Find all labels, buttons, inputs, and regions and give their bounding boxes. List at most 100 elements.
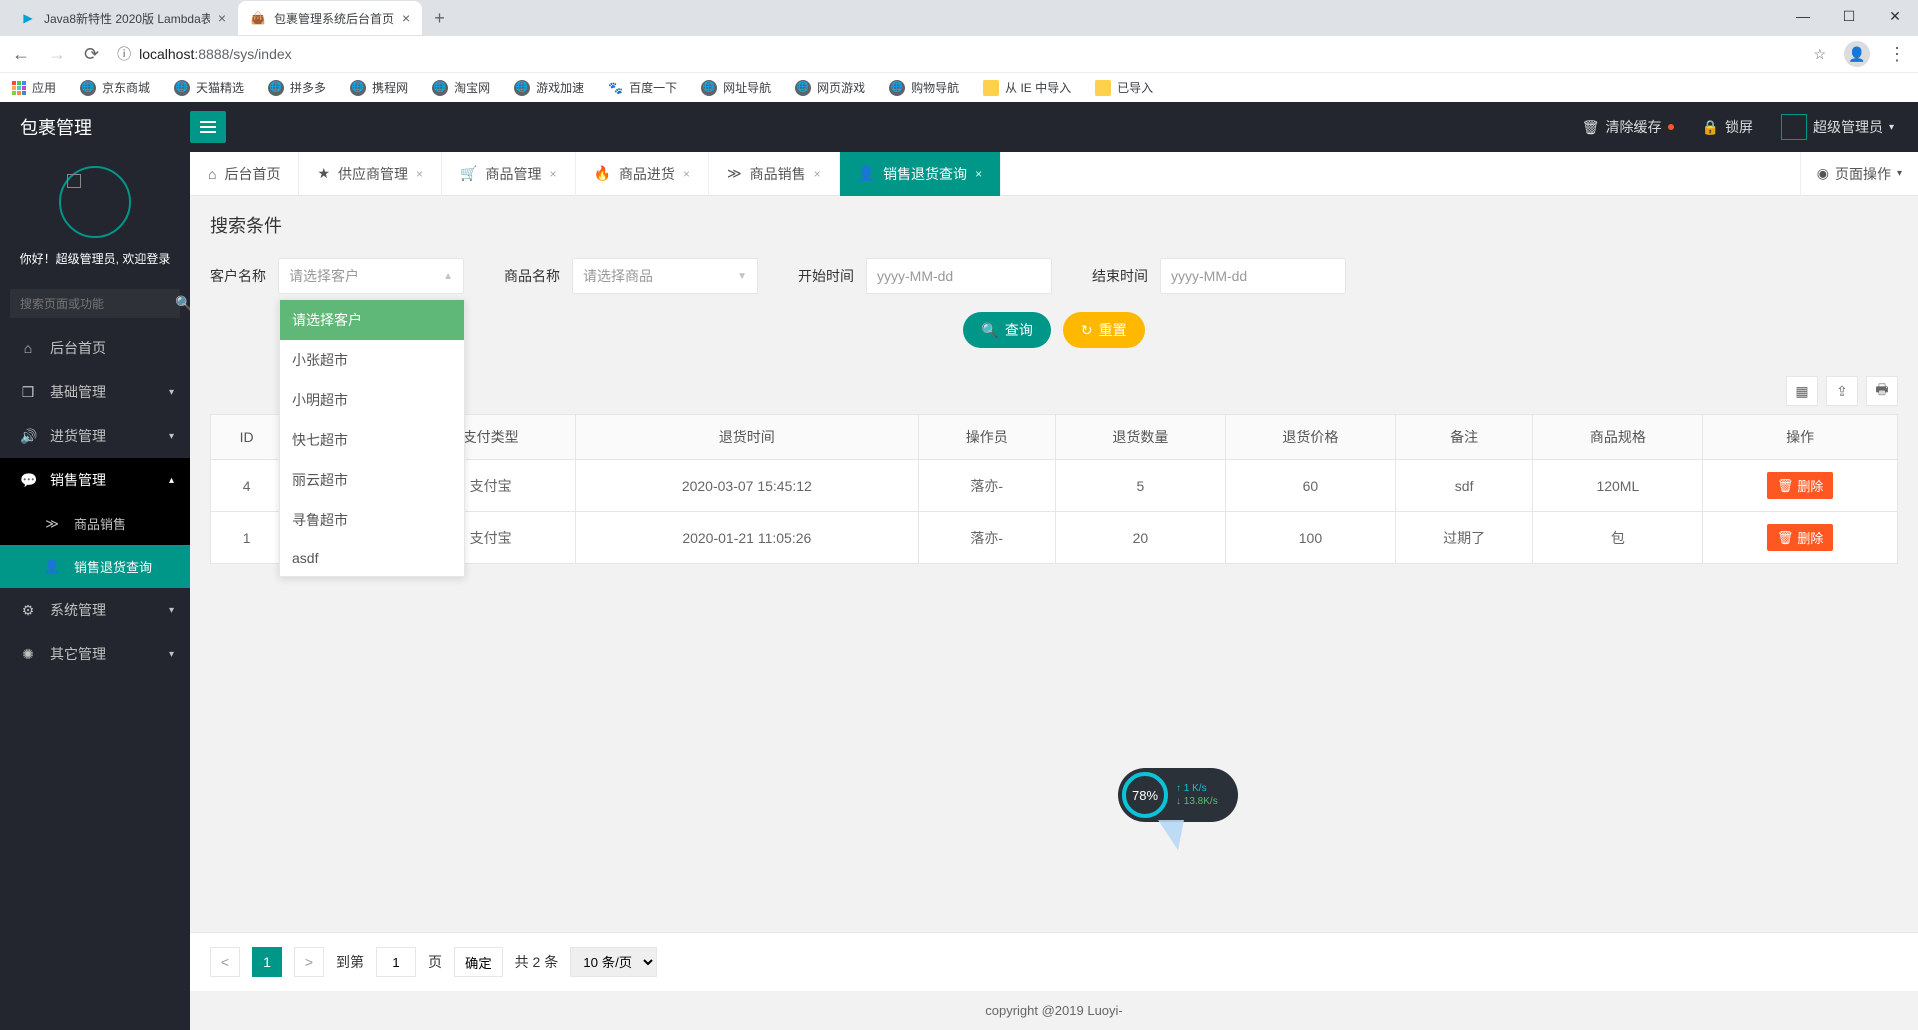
clear-cache-button[interactable]: 🗑 清除缓存 xyxy=(1582,117,1674,137)
browser-tab-0[interactable]: ▶ Java8新特性 2020版 Lambda表 × xyxy=(8,1,238,35)
page-tab[interactable]: 👤销售退货查询× xyxy=(840,152,1001,196)
maximize-button[interactable]: ☐ xyxy=(1826,0,1872,32)
sidebar-item[interactable]: ✺其它管理▾ xyxy=(0,632,190,676)
sidebar-toggle[interactable] xyxy=(190,111,226,143)
column-header: 备注 xyxy=(1395,415,1532,460)
customer-select[interactable]: 请选择客户 ▲ 请选择客户小张超市小明超市快七超市丽云超市寻鲁超市asdf xyxy=(278,258,464,294)
page-tab[interactable]: ≫商品销售× xyxy=(709,152,840,196)
profile-picture xyxy=(59,166,131,238)
sidebar-subitem[interactable]: 👤销售退货查询 xyxy=(0,545,190,588)
tab-label: 商品进货 xyxy=(619,164,675,184)
page-tab[interactable]: ★供应商管理× xyxy=(299,152,442,196)
bookmark-item[interactable]: .已导入 xyxy=(1095,79,1153,96)
bookmark-item[interactable]: 🌐天猫精选 xyxy=(174,79,244,96)
sidebar-item[interactable]: ❒基础管理▾ xyxy=(0,370,190,414)
next-page-button[interactable]: > xyxy=(294,947,324,977)
dropdown-option[interactable]: 小张超市 xyxy=(280,340,464,380)
close-window-button[interactable]: ✕ xyxy=(1872,0,1918,32)
reset-button[interactable]: ↻ 重置 xyxy=(1063,312,1145,348)
per-page-select[interactable]: 10 条/页 xyxy=(570,947,657,977)
dropdown-option[interactable]: 小明超市 xyxy=(280,380,464,420)
chevron-down-icon: ▾ xyxy=(169,387,174,398)
sidebar-search[interactable]: 🔍 xyxy=(10,289,180,318)
profile-button[interactable]: 👤 xyxy=(1844,41,1870,67)
date-placeholder: yyyy-MM-dd xyxy=(1171,268,1247,284)
close-icon[interactable]: × xyxy=(814,167,821,181)
lock-icon: 🔒 xyxy=(1702,119,1719,136)
sidebar-item[interactable]: 🔊进货管理▾ xyxy=(0,414,190,458)
dropdown-option[interactable]: 丽云超市 xyxy=(280,460,464,500)
date-placeholder: yyyy-MM-dd xyxy=(877,268,953,284)
page-ops-menu[interactable]: ◉页面操作▾ xyxy=(1800,152,1918,196)
dropdown-option[interactable]: asdf xyxy=(280,540,464,576)
lock-button[interactable]: 🔒 锁屏 xyxy=(1702,117,1753,137)
start-date-input[interactable]: yyyy-MM-dd xyxy=(866,258,1052,294)
sidebar-item[interactable]: ⚙系统管理▾ xyxy=(0,588,190,632)
bookmark-item[interactable]: 🌐网址导航 xyxy=(701,79,771,96)
close-icon[interactable]: × xyxy=(402,10,410,26)
bookmark-item[interactable]: .从 IE 中导入 xyxy=(983,79,1071,96)
minimize-button[interactable]: — xyxy=(1780,0,1826,32)
bookmark-item[interactable]: 🌐网页游戏 xyxy=(795,79,865,96)
dropdown-option[interactable]: 快七超市 xyxy=(280,420,464,460)
bookmark-label: 京东商城 xyxy=(102,79,150,96)
network-widget[interactable]: 78% ↑ 1 K/s ↓ 13.8K/s xyxy=(1118,768,1238,822)
chevron-down-icon: ▾ xyxy=(1889,122,1894,133)
back-button[interactable]: ← xyxy=(12,44,30,65)
bookmark-item[interactable]: 🌐京东商城 xyxy=(80,79,150,96)
print-button[interactable]: 🖶 xyxy=(1866,376,1898,406)
reload-button[interactable]: ⟳ xyxy=(84,44,99,65)
page-tab[interactable]: 🔥商品进货× xyxy=(576,152,709,196)
sidebar-subitem[interactable]: ≫商品销售 xyxy=(0,502,190,545)
bookmark-item[interactable]: 应用 xyxy=(12,79,56,96)
goto-page-input[interactable] xyxy=(376,947,416,977)
end-date-input[interactable]: yyyy-MM-dd xyxy=(1160,258,1346,294)
forward-button[interactable]: → xyxy=(48,44,66,65)
close-icon[interactable]: × xyxy=(416,167,423,181)
bookmark-star-icon[interactable]: ☆ xyxy=(1813,46,1826,63)
site-info-icon[interactable]: ⓘ xyxy=(117,44,131,64)
bookmark-item[interactable]: 🐾百度一下 xyxy=(608,79,677,96)
nav-label: 进货管理 xyxy=(50,426,106,446)
delete-button[interactable]: 🗑删除 xyxy=(1767,524,1834,551)
page-1-button[interactable]: 1 xyxy=(252,947,282,977)
tab-label: 供应商管理 xyxy=(338,164,408,184)
search-icon[interactable]: 🔍 xyxy=(175,295,190,312)
page-tab[interactable]: ⌂后台首页 xyxy=(190,152,299,196)
browser-menu-icon[interactable]: ⋮ xyxy=(1888,44,1906,65)
table-cell: 100 xyxy=(1225,512,1395,564)
sidebar-item[interactable]: 💬销售管理▴ xyxy=(0,458,190,502)
delete-button[interactable]: 🗑删除 xyxy=(1767,472,1834,499)
bookmark-item[interactable]: 🌐携程网 xyxy=(350,79,408,96)
close-icon[interactable]: × xyxy=(975,167,982,181)
browser-tab-1[interactable]: 👜 包裹管理系统后台首页 × xyxy=(238,1,422,35)
percent-gauge: 78% xyxy=(1122,772,1168,818)
close-icon[interactable]: × xyxy=(683,167,690,181)
export-button[interactable]: ⇪ xyxy=(1826,376,1858,406)
search-panel-title: 搜索条件 xyxy=(210,212,1898,238)
bookmark-item[interactable]: 🌐游戏加速 xyxy=(514,79,584,96)
table-cell: 包 xyxy=(1533,512,1703,564)
trash-icon: 🗑 xyxy=(1777,530,1794,546)
new-tab-button[interactable]: + xyxy=(434,8,445,29)
bookmark-item[interactable]: 🌐淘宝网 xyxy=(432,79,490,96)
pagination: < 1 > 到第 页 确定 共 2 条 10 条/页 xyxy=(190,932,1918,991)
search-input[interactable] xyxy=(20,297,175,311)
page-tab[interactable]: 🛒商品管理× xyxy=(442,152,575,196)
product-select[interactable]: 请选择商品 ▼ xyxy=(572,258,758,294)
prev-page-button[interactable]: < xyxy=(210,947,240,977)
sidebar-item[interactable]: ⌂后台首页 xyxy=(0,326,190,370)
dropdown-option[interactable]: 寻鲁超市 xyxy=(280,500,464,540)
user-menu[interactable]: 超级管理员 ▾ xyxy=(1781,114,1894,140)
nav-sub-icon: 👤 xyxy=(44,559,60,575)
column-header: 退货价格 xyxy=(1225,415,1395,460)
search-button[interactable]: 🔍 查询 xyxy=(963,312,1050,348)
dropdown-option[interactable]: 请选择客户 xyxy=(280,300,464,340)
close-icon[interactable]: × xyxy=(549,167,556,181)
bookmark-item[interactable]: 🌐拼多多 xyxy=(268,79,326,96)
columns-button[interactable]: ▦ xyxy=(1786,376,1818,406)
address-bar[interactable]: ⓘ localhost:8888/sys/index xyxy=(117,44,1795,64)
close-icon[interactable]: × xyxy=(218,10,226,26)
goto-confirm-button[interactable]: 确定 xyxy=(454,947,503,977)
bookmark-item[interactable]: 🌐购物导航 xyxy=(889,79,959,96)
